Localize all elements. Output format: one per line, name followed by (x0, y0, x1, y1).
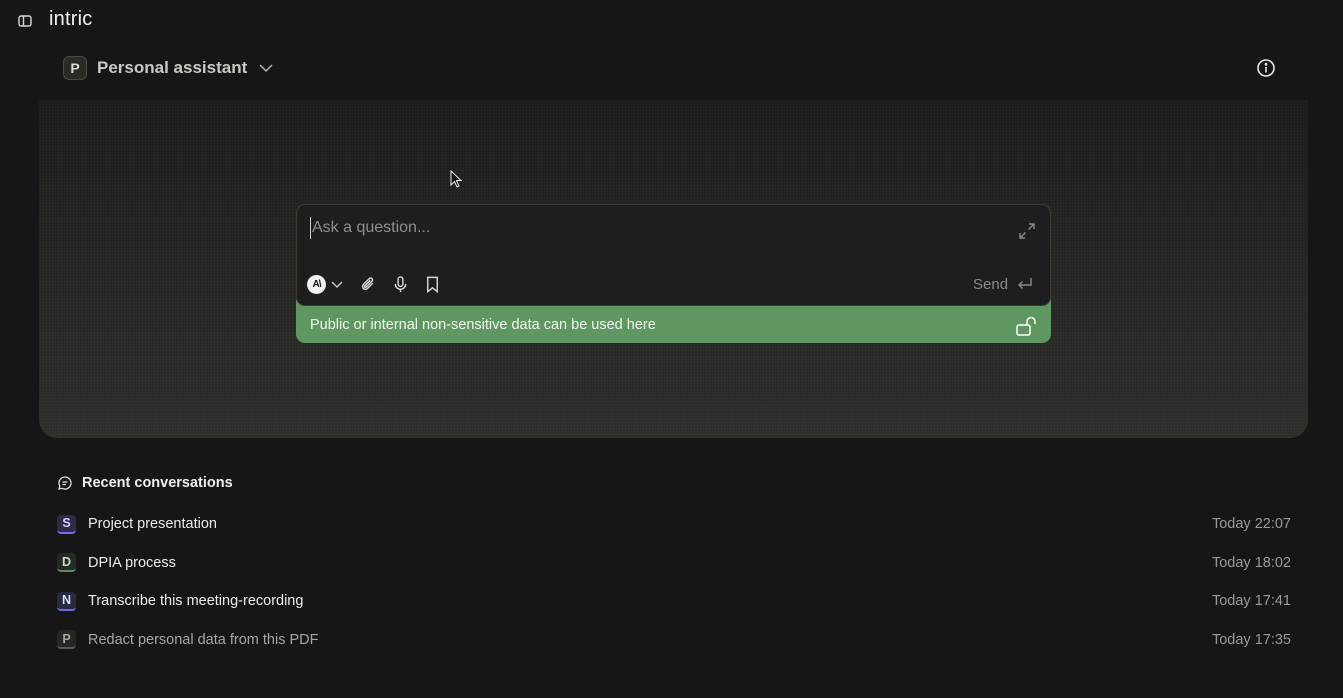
sidebar-toggle-icon (18, 15, 32, 27)
security-lock-button[interactable] (1015, 315, 1037, 337)
conversation-item[interactable]: S Project presentation Today 22:07 (57, 505, 1291, 544)
assistant-avatar: P (63, 56, 87, 80)
attach-button[interactable] (358, 274, 378, 294)
top-bar: intric (0, 0, 1343, 42)
conversation-title: Redact personal data from this PDF (88, 631, 319, 648)
conversation-item[interactable]: P Redact personal data from this PDF Tod… (57, 621, 1291, 660)
unlock-icon (1016, 316, 1036, 336)
sidebar-toggle-button[interactable] (16, 12, 34, 30)
recent-conversations-title: Recent conversations (82, 475, 233, 491)
conversation-list: S Project presentation Today 22:07 D DPI… (57, 505, 1291, 659)
microphone-button[interactable] (390, 274, 410, 294)
expand-icon (1019, 223, 1035, 239)
info-icon (1257, 59, 1275, 77)
chevron-down-icon (331, 281, 343, 288)
chat-bubble-icon (58, 476, 72, 490)
conversation-avatar: S (57, 514, 76, 534)
conversation-time: Today 17:35 (1211, 631, 1291, 648)
security-text: Public or internal non-sensitive data ca… (310, 317, 656, 333)
conversation-avatar: P (57, 630, 76, 650)
model-icon: A\ (307, 274, 326, 294)
conversation-avatar: N (57, 591, 76, 611)
expand-button[interactable] (1017, 221, 1037, 241)
bookmark-icon (426, 276, 438, 293)
assistant-selector[interactable]: P Personal assistant (63, 55, 275, 81)
model-selector[interactable]: A\ (307, 274, 344, 294)
composer-toolbar: A\ (307, 273, 454, 295)
bookmark-button[interactable] (422, 274, 442, 294)
security-classification-banner: Public or internal non-sensitive data ca… (296, 300, 1051, 343)
microphone-icon (394, 275, 406, 292)
conversation-title: DPIA process (88, 554, 176, 571)
app-logo[interactable]: intric (49, 8, 92, 31)
conversation-time: Today 18:02 (1211, 554, 1291, 571)
conversation-item[interactable]: D DPIA process Today 18:02 (57, 544, 1291, 583)
question-input[interactable] (310, 217, 1000, 239)
conversation-time: Today 17:41 (1211, 593, 1291, 610)
conversation-avatar: D (57, 553, 76, 573)
enter-icon (1018, 278, 1032, 289)
conversation-item[interactable]: N Transcribe this meeting-recording Toda… (57, 582, 1291, 621)
conversation-title: Transcribe this meeting-recording (88, 593, 304, 610)
conversation-title: Project presentation (88, 516, 217, 533)
assistant-name: Personal assistant (97, 58, 248, 77)
mouse-cursor-icon (450, 170, 463, 188)
send-label: Send (973, 275, 1009, 293)
chevron-down-icon (259, 64, 273, 73)
send-button[interactable]: Send (973, 273, 1034, 295)
paperclip-icon (361, 276, 373, 290)
message-composer: A\ Send (296, 204, 1051, 306)
recent-conversations-header: Recent conversations (57, 475, 233, 491)
info-button[interactable] (1256, 58, 1276, 78)
conversation-time: Today 22:07 (1211, 516, 1291, 533)
